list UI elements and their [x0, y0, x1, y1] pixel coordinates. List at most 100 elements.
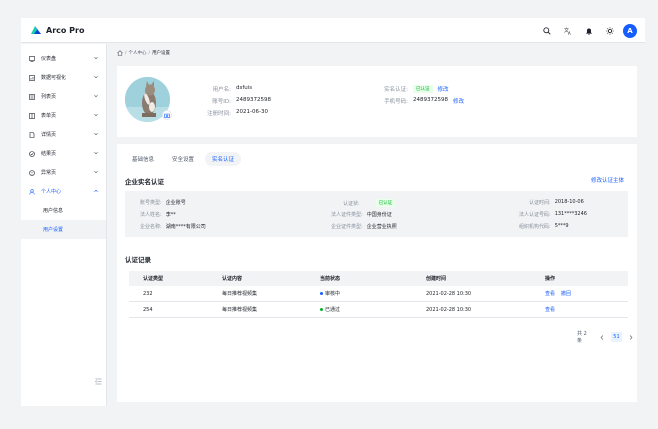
sidebar-subitem-user-settings[interactable]: 用户设置 [21, 220, 106, 239]
camera-icon[interactable] [162, 110, 172, 120]
home-icon[interactable] [117, 50, 123, 56]
result-icon [29, 150, 35, 157]
breadcrumb-current: 用户设置 [152, 51, 171, 56]
total-count: 共 2 条 [577, 331, 587, 344]
field-label: 账号类型: [140, 200, 162, 206]
verify-edit-link[interactable]: 修改 [438, 85, 449, 93]
chevron-down-icon [94, 170, 98, 174]
profile-verify-row: 实名认证: 已认证 修改 [373, 85, 449, 93]
cell-content: 每日推荐视频集 [222, 291, 258, 297]
sidebar-item-list[interactable]: 列表页 [21, 87, 106, 106]
theme-icon[interactable] [602, 23, 617, 38]
column-header: 当前状态 [320, 276, 341, 282]
verified-badge: 已认证 [413, 85, 433, 93]
menu-collapse-icon[interactable] [95, 378, 102, 385]
org-code-field: 组织机构代码: 5***9 [519, 223, 569, 230]
username-value: dsfuis [236, 85, 253, 91]
field-label: 法人认证号码: [519, 212, 551, 218]
status-dot [320, 308, 323, 311]
sidebar-item-user-center[interactable]: 个人中心 [21, 182, 106, 201]
account-id-value: 2489372598 [236, 97, 271, 103]
sidebar-item-visualization[interactable]: 数据可视化 [21, 68, 106, 87]
arco-logo-icon [31, 26, 41, 34]
svg-text:A: A [568, 31, 571, 35]
sidebar-item-result[interactable]: 结果页 [21, 144, 106, 163]
language-icon[interactable]: 文A [560, 23, 575, 38]
field-value: 企业营业执照 [366, 224, 397, 230]
profile-username-row: 用户名: dsfuis [197, 85, 253, 93]
cell-type: 254 [143, 306, 153, 313]
sidebar-item-form[interactable]: 表单页 [21, 106, 106, 125]
user-avatar[interactable]: A [623, 23, 637, 38]
form-icon [29, 112, 35, 119]
company-id-type-field: 企业证件类型: 企业营业执照 [331, 223, 397, 230]
sidebar-item-label: 异常页 [41, 170, 57, 176]
status-text: 已通过 [325, 307, 341, 313]
phone-value: 2489372598 [413, 97, 448, 103]
enterprise-section-title: 企业实名认证 [125, 178, 164, 186]
profile-registration-row: 注册时间: 2021-06-30 [197, 109, 268, 117]
tab-verification[interactable]: 实名认证 [205, 152, 242, 166]
field-label: 企业名称: [140, 224, 162, 230]
cell-status: 已通过 [320, 306, 426, 313]
sidebar-item-label: 个人中心 [41, 189, 62, 195]
logo: Arco Pro [30, 25, 84, 35]
legal-id-type-field: 法人证件类型: 中国身份证 [331, 211, 392, 218]
notification-icon[interactable] [581, 23, 596, 38]
column-header: 认证内容 [222, 276, 243, 282]
chevron-down-icon [94, 75, 98, 79]
chevron-down-icon [94, 56, 98, 60]
tab-security[interactable]: 安全设置 [165, 152, 201, 166]
records-table: 认证类型 认证内容 当前状态 创建时间 操作 232 每日推荐视频集 审核中 2… [129, 271, 628, 318]
field-value: 企业账号 [165, 200, 186, 206]
profile-phone-row: 手机号码: 2489372598 修改 [373, 97, 464, 105]
field-value: 5***9 [554, 223, 569, 229]
field-value: 湖南****有限公司 [165, 224, 206, 230]
field-value: 2018-10-06 [554, 199, 584, 205]
field-label: 法人姓名: [140, 212, 162, 218]
app-window: Arco Pro 文A A 仪表盘 数据可视化 列表页 表单页 详情页 结果页 … [21, 18, 645, 406]
top-navbar: Arco Pro 文A A [21, 18, 645, 43]
sidebar-item-detail[interactable]: 详情页 [21, 125, 106, 144]
modify-subject-link[interactable]: 修改认证主体 [591, 176, 624, 184]
sidebar-item-exception[interactable]: 异常页 [21, 163, 106, 182]
sidebar-subitem-user-info[interactable]: 用户信息 [21, 201, 106, 220]
settings-card: 基础信息 安全设置 实名认证 企业实名认证 修改认证主体 账号类型: 企业账号 … [117, 144, 637, 402]
sidebar-item-label: 列表页 [41, 94, 57, 100]
search-icon[interactable] [539, 23, 554, 38]
sidebar-item-dashboard[interactable]: 仪表盘 [21, 49, 106, 68]
phone-edit-link[interactable]: 修改 [453, 97, 464, 105]
account-type-field: 账号类型: 企业账号 [140, 199, 186, 206]
field-value: 131****3246 [554, 211, 587, 217]
column-header: 创建时间 [426, 276, 447, 282]
field-value: 中国身份证 [366, 212, 392, 218]
field-label: 认证时间: [529, 200, 551, 206]
auth-status-field: 认证状: 已认证 [343, 199, 396, 207]
settings-tabs: 基础信息 安全设置 实名认证 [125, 152, 245, 166]
status-dot [320, 292, 323, 295]
withdraw-link[interactable]: 撤回 [561, 291, 571, 297]
field-label: 法人证件类型: [331, 212, 363, 218]
cell-time: 2021-02-28 10:30 [426, 306, 472, 313]
exception-icon [29, 169, 35, 176]
dashboard-icon [29, 55, 35, 62]
prev-page-button[interactable] [596, 332, 608, 342]
field-value: 李** [165, 212, 176, 218]
chart-icon [29, 74, 35, 81]
phone-label: 手机号码: [384, 99, 408, 105]
company-name-field: 企业名称: 湖南****有限公司 [140, 223, 206, 230]
tab-basic-info[interactable]: 基础信息 [125, 152, 161, 166]
pagination: 共 2 条 51 [577, 330, 637, 344]
next-page-button[interactable] [625, 332, 637, 342]
breadcrumb-item[interactable]: 个人中心 [129, 50, 147, 56]
registration-time-value: 2021-06-30 [236, 109, 268, 115]
view-link[interactable]: 查看 [545, 307, 555, 313]
table-row: 254 每日推荐视频集 已通过 2021-02-28 10:30 查看 [129, 302, 628, 318]
registration-time-label: 注册时间: [207, 111, 231, 117]
sidebar: 仪表盘 数据可视化 列表页 表单页 详情页 结果页 异常页 个人中心 用户信息 … [21, 44, 107, 406]
main-content: / 个人中心 / 用户设置 用户名: dsfuis 账号ID: 24893725… [107, 44, 645, 406]
page-number-current[interactable]: 51 [610, 332, 623, 342]
profile-card: 用户名: dsfuis 账号ID: 2489372598 注册时间: 2021-… [117, 66, 637, 137]
view-link[interactable]: 查看 [545, 291, 555, 297]
sidebar-item-label: 结果页 [41, 151, 57, 157]
